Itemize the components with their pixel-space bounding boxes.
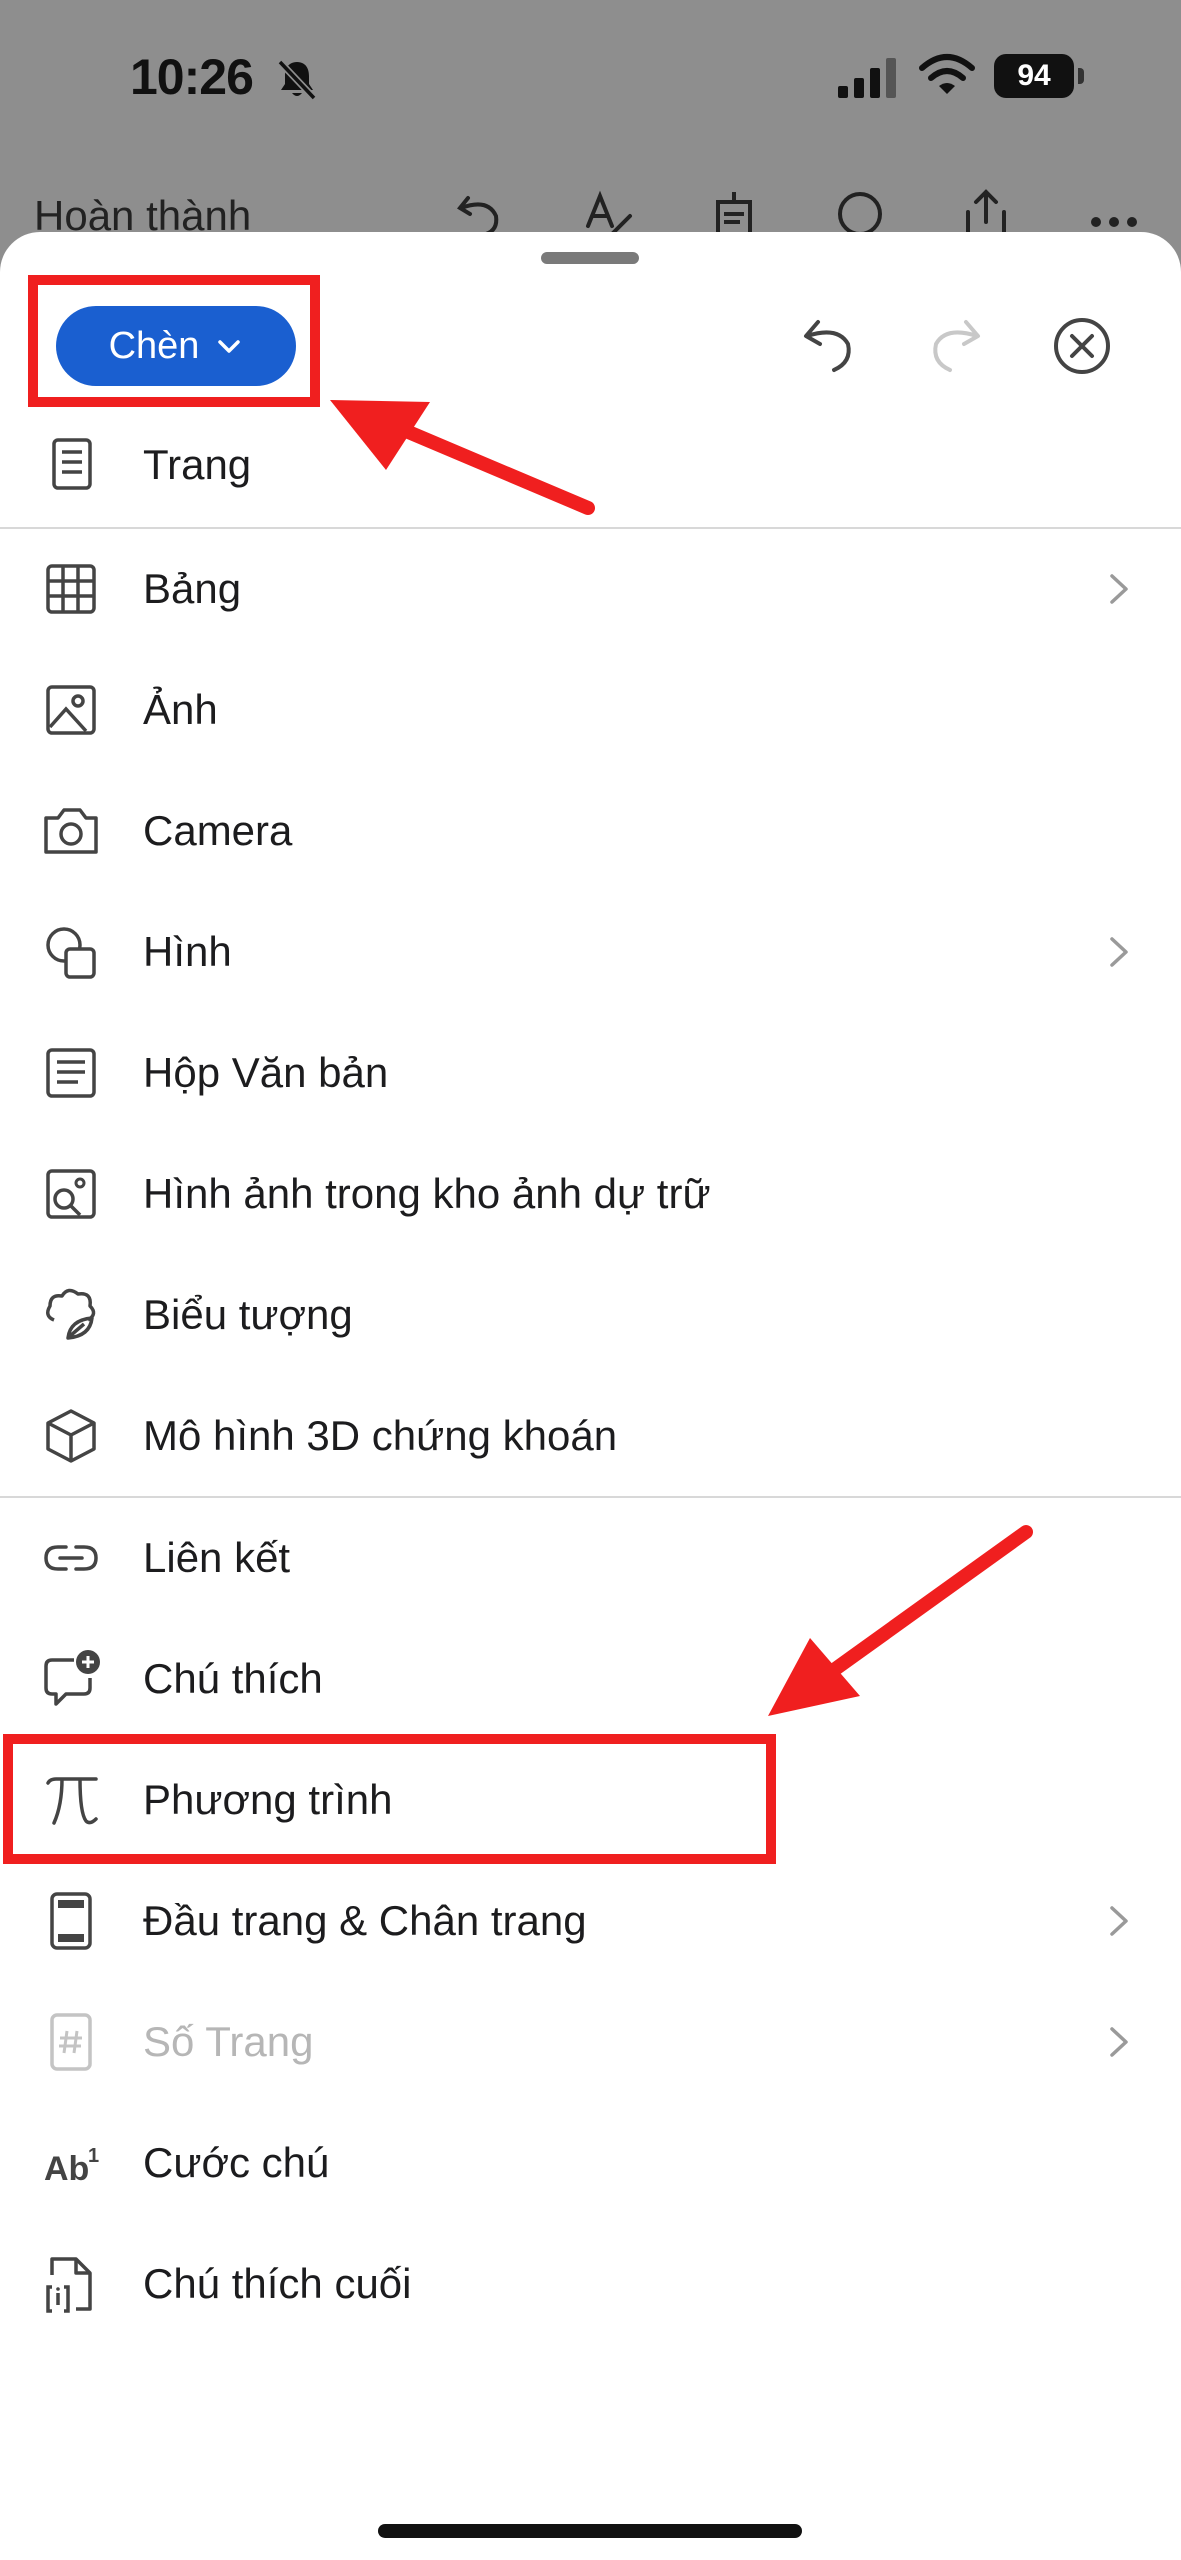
menu-item-label: Phương trình [143,1775,393,1823]
menu-item-footnote[interactable]: Ab 1 Cước chú [0,2102,1181,2223]
menu-item-label: Chú thích [143,1654,323,1702]
wifi-icon [918,52,976,98]
menu-item-3d-models[interactable]: Mô hình 3D chứng khoán [0,1375,1181,1496]
status-bar: 10:26 94 [0,0,1181,150]
picture-icon [40,679,106,741]
shape-icon [40,921,106,983]
stock-image-icon [40,1163,106,1225]
menu-item-header-footer[interactable]: Đầu trang & Chân trang [0,1860,1181,1981]
menu-item-label: Hộp Văn bản [143,1048,389,1096]
battery-icon: 94 [994,54,1084,98]
chevron-right-icon [1098,568,1138,610]
menu-item-stock-images[interactable]: Hình ảnh trong kho ảnh dự trữ [0,1133,1181,1254]
textbox-icon [40,1042,106,1104]
svg-text:1: 1 [88,2145,99,2167]
page-icon [40,434,106,496]
menu-item-link[interactable]: Liên kết [0,1497,1181,1618]
menu-item-table[interactable]: Bảng [0,528,1181,649]
chevron-right-icon [1098,931,1138,973]
menu-item-endnote[interactable]: Chú thích cuối [0,2223,1181,2344]
chevron-down-icon [215,332,243,360]
undo-icon[interactable] [798,312,862,376]
menu-item-equation[interactable]: Phương trình [0,1739,1181,1860]
menu-item-page-number: Số Trang [0,1981,1181,2102]
cellular-signal-icon [838,58,898,98]
menu-item-label: Ảnh [143,685,218,733]
menu-item-label: Đầu trang & Chân trang [143,1896,587,1944]
redo-icon[interactable] [922,312,986,376]
cube-icon [40,1405,106,1467]
menu-item-label: Bảng [143,564,242,612]
table-icon [40,558,106,620]
menu-item-label: Hình [143,927,232,975]
status-time: 10:26 [130,49,254,105]
menu-item-label: Hình ảnh trong kho ảnh dự trữ [143,1169,711,1217]
pi-icon [40,1769,106,1831]
menu-item-label: Chú thích cuối [143,2259,412,2307]
chevron-right-icon [1098,2021,1138,2063]
chevron-right-icon [1098,1900,1138,1942]
comment-add-icon [40,1648,106,1710]
menu-item-page[interactable]: Trang [0,404,1181,525]
link-icon [40,1527,106,1589]
svg-text:Ab: Ab [44,2150,89,2188]
footnote-icon: Ab 1 [40,2132,106,2194]
close-icon[interactable] [1050,314,1114,378]
menu-item-icons[interactable]: Biểu tượng [0,1254,1181,1375]
battery-tip [1078,68,1084,84]
header-footer-icon [40,1890,106,1952]
insert-tab-label: Chèn [108,324,200,367]
bell-muted-icon [274,56,320,102]
icons-icon [40,1284,106,1346]
menu-item-comment[interactable]: Chú thích [0,1618,1181,1739]
sheet-grabber[interactable] [541,252,639,264]
menu-item-label: Camera [143,806,293,854]
menu-item-label: Liên kết [143,1533,291,1581]
menu-item-label: Mô hình 3D chứng khoán [143,1411,618,1459]
menu-item-label: Biểu tượng [143,1290,353,1338]
insert-tab-dropdown[interactable]: Chèn [56,306,296,386]
battery-level: 94 [994,54,1074,98]
insert-sheet: Chèn Trang Bảng Ảnh Camera Hình Hộp Văn … [0,232,1181,2560]
menu-item-label: Cước chú [143,2138,330,2186]
menu-item-textbox[interactable]: Hộp Văn bản [0,1012,1181,1133]
endnote-icon [40,2253,106,2315]
home-indicator [378,2524,802,2538]
menu-item-shape[interactable]: Hình [0,891,1181,1012]
page-number-icon [40,2011,106,2073]
menu-item-label: Số Trang [143,2017,314,2065]
menu-item-label: Trang [143,440,252,488]
menu-item-picture[interactable]: Ảnh [0,649,1181,770]
menu-item-camera[interactable]: Camera [0,770,1181,891]
camera-icon [40,800,106,862]
